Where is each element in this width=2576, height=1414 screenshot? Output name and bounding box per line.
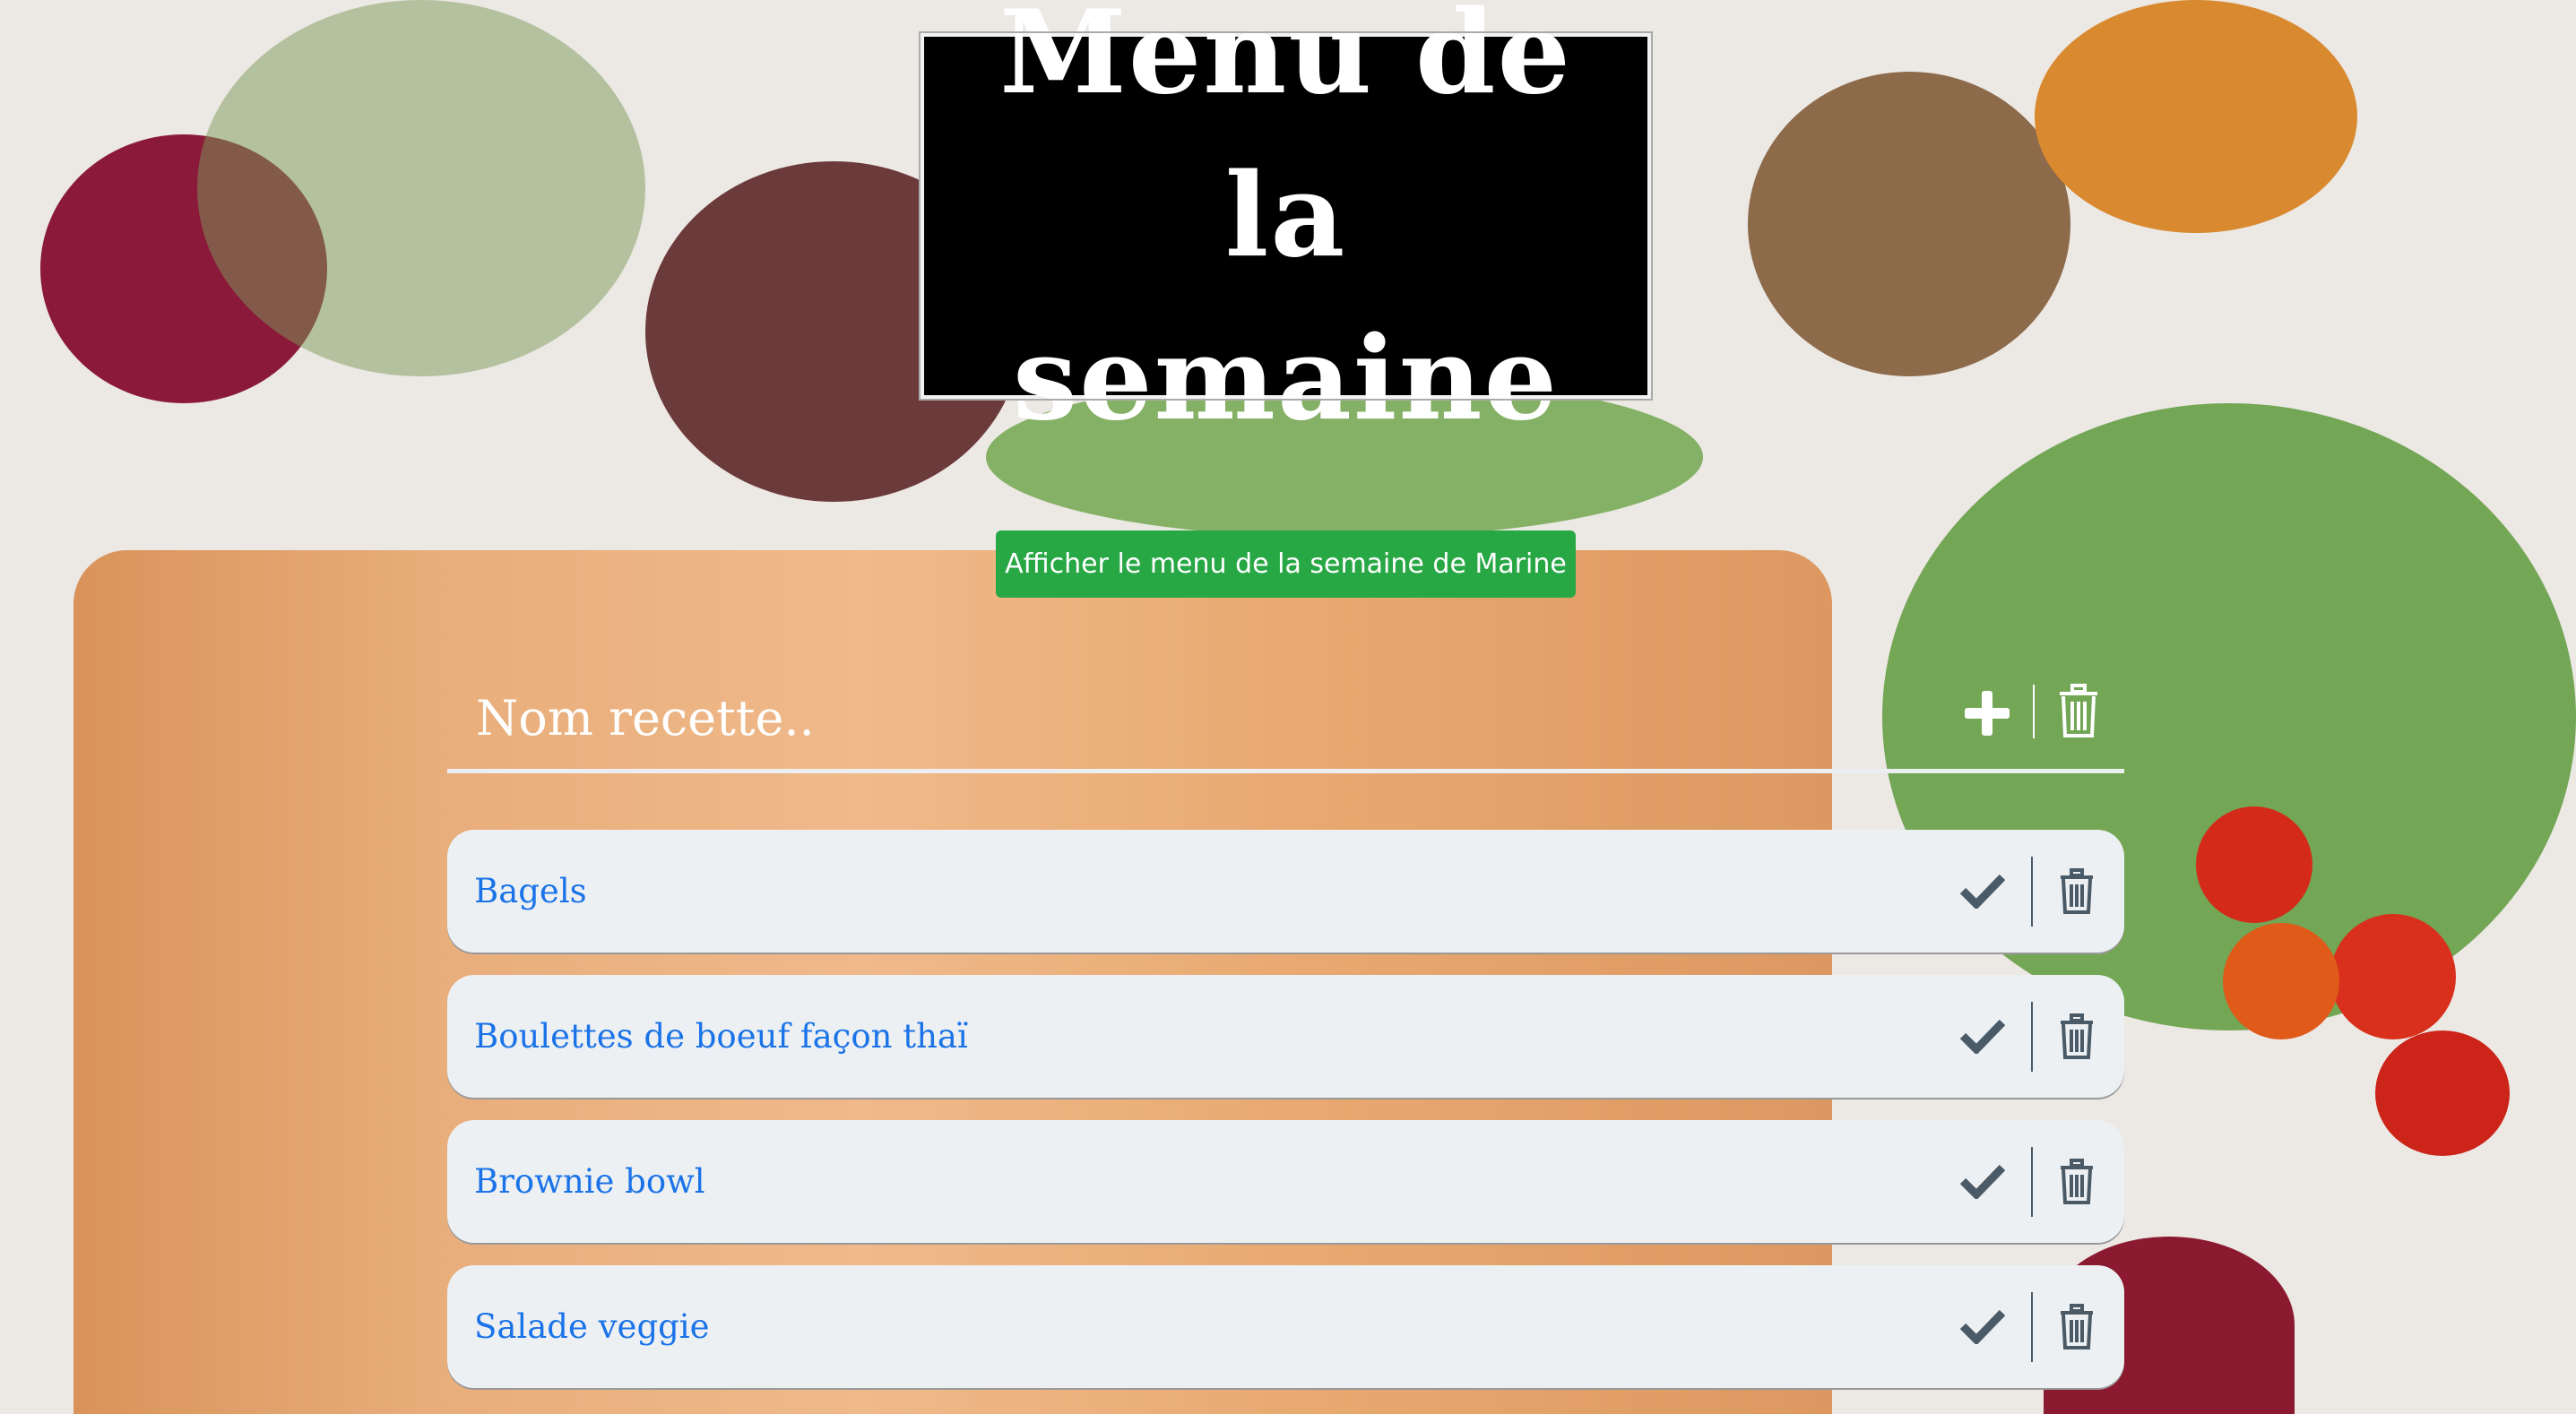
divider (2031, 1002, 2033, 1072)
check-icon[interactable] (1958, 866, 2008, 916)
trash-icon[interactable] (2057, 867, 2096, 916)
trash-icon[interactable] (2057, 1303, 2096, 1351)
tomato (2223, 923, 2339, 1039)
page-title: Menu de la semaine (999, 0, 1572, 446)
trash-icon[interactable] (2057, 1013, 2096, 1061)
recipe-item: Boulettes de boeuf façon thaï (447, 975, 2124, 1098)
plus-icon[interactable] (1960, 686, 2014, 740)
recipe-item: Bagels (447, 830, 2124, 953)
check-icon[interactable] (1958, 1301, 2008, 1351)
divider (2031, 1147, 2033, 1217)
recipe-item: Salade veggie (447, 1265, 2124, 1388)
recipe-name[interactable]: Boulettes de boeuf façon thaï (474, 975, 968, 1098)
tomato (2375, 1030, 2510, 1156)
title-board: Menu de la semaine (919, 0, 1653, 446)
recipe-name-input[interactable] (474, 681, 1912, 754)
divider (2031, 857, 2033, 927)
recipe-name[interactable]: Salade veggie (474, 1265, 710, 1388)
recipe-list: Bagels Boulettes de boeuf façon thaï Bro… (447, 830, 2124, 1388)
recipe-item: Brownie bowl (447, 1120, 2124, 1243)
recipe-input-row (447, 663, 2124, 773)
onion (2035, 0, 2357, 233)
rosemary (197, 0, 645, 376)
tomato (2196, 806, 2312, 923)
check-icon[interactable] (1958, 1011, 2008, 1061)
recipe-name[interactable]: Brownie bowl (474, 1120, 705, 1243)
tomato (2330, 914, 2456, 1039)
check-icon[interactable] (1958, 1156, 2008, 1206)
show-marine-menu-button[interactable]: Afficher le menu de la semaine de Marine (996, 530, 1576, 598)
trash-icon[interactable] (2056, 683, 2101, 740)
divider (2031, 1292, 2033, 1362)
trash-icon[interactable] (2057, 1158, 2096, 1206)
turnip (1748, 72, 2070, 376)
recipe-name[interactable]: Bagels (474, 830, 587, 953)
divider (2033, 685, 2035, 738)
